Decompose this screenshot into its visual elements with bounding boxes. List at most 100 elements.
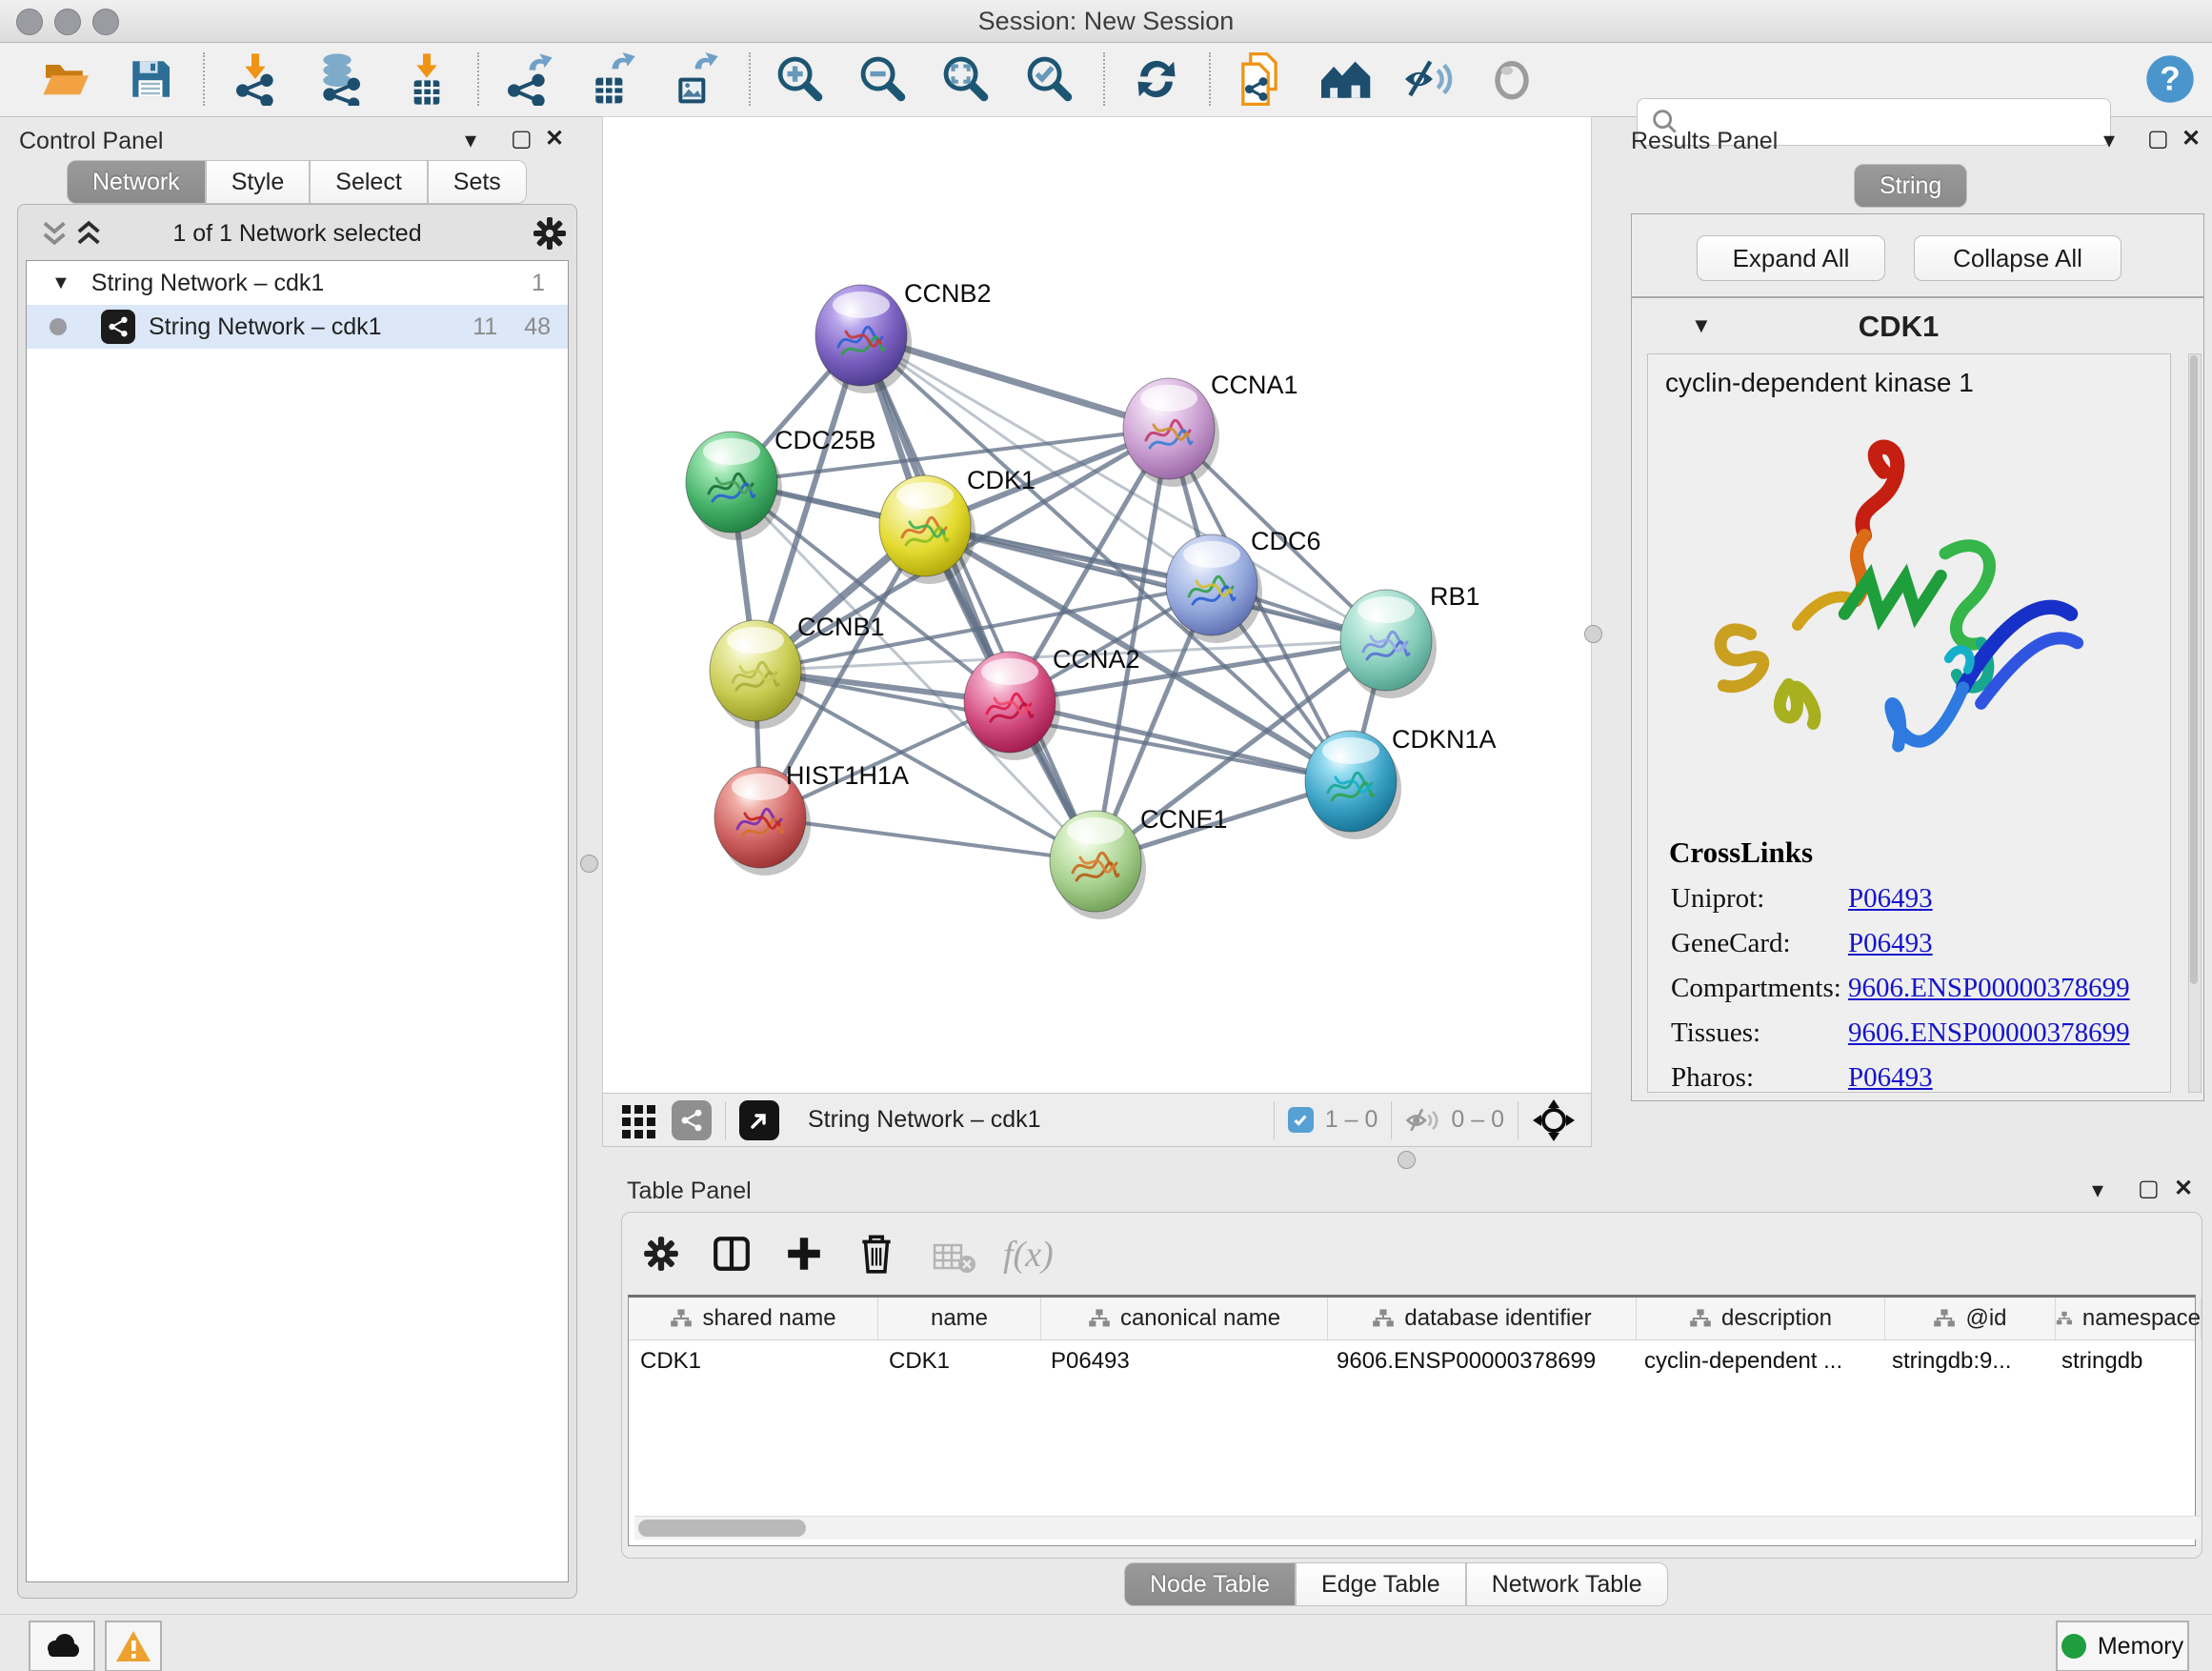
crosslink-link[interactable]: 9606.ENSP00000378699 [1848,1017,2130,1049]
tab-style[interactable]: Style [206,160,311,204]
string-panel-toggle[interactable] [672,1100,712,1140]
toolbar-separator [1209,52,1211,106]
zoom-selected-button[interactable] [1021,50,1078,108]
network-node-CCNE1[interactable]: CCNE1 [1050,805,1228,919]
hidden-nodes-edges-count: 0 – 0 [1451,1106,1504,1134]
create-column-plus-icon[interactable] [784,1234,824,1274]
table-row[interactable]: CDK1CDK1P064939606.ENSP00000378699cyclin… [629,1340,2195,1382]
show-all-button[interactable] [1483,50,1540,108]
results-panel-menu-button[interactable]: ▾ [2103,130,2115,152]
zoom-in-button[interactable] [772,50,829,108]
network-node-label: CDKN1A [1392,725,1497,754]
gear-icon[interactable] [531,214,569,252]
zoom-fit-button[interactable] [937,50,995,108]
shared-column-icon [1933,1308,1956,1329]
string-results-header: Expand All Collapse All [1631,213,2204,297]
scrollbar-thumb[interactable] [638,1520,806,1537]
show-columns-icon[interactable] [712,1234,752,1274]
results-tab-string[interactable]: String [1854,164,1967,208]
network-node-CDC6[interactable]: CDC6 [1166,527,1321,643]
node-table: shared name name canonical name database id… [628,1295,2196,1546]
protein-structure-image [1677,421,2124,802]
network-edge[interactable] [1010,702,1351,781]
tab-edge-table[interactable]: Edge Table [1296,1562,1466,1606]
south-splitter-handle[interactable] [1398,1151,1416,1169]
column-header-label: canonical name [1120,1305,1280,1332]
refresh-view-button[interactable] [1128,50,1185,108]
export-image-button[interactable] [664,50,721,108]
network-node-CCNB1[interactable]: CCNB1 [710,613,885,729]
help-button[interactable]: ? [2142,50,2199,108]
column-header-canonical-name[interactable]: canonical name [1041,1298,1328,1339]
network-node-label: HIST1H1A [786,761,909,790]
tab-sets[interactable]: Sets [428,160,527,204]
control-panel-title: Control Panel [19,128,163,155]
results-panel-float-button[interactable]: ▢ [2147,128,2169,151]
table-cell: CDK1 [629,1340,877,1382]
results-panel-close-button[interactable]: ✕ [2182,128,2201,151]
results-scrollbar[interactable] [2188,353,2202,1093]
save-session-button[interactable] [122,50,179,108]
tab-node-table[interactable]: Node Table [1124,1562,1296,1606]
crosslinks-title: CrossLinks [1669,836,2170,870]
tree-expander-icon[interactable]: ▼ [51,272,70,294]
table-panel-close-button[interactable]: ✕ [2174,1178,2193,1200]
column-header-description[interactable]: description [1637,1298,1885,1339]
network-collection-row[interactable]: ▼ String Network – cdk1 1 [27,261,568,305]
expand-all-button[interactable]: Expand All [1697,235,1885,281]
collapse-all-button[interactable]: Collapse All [1914,235,2122,281]
open-in-browser-button[interactable] [739,1100,779,1140]
control-panel-menu-button[interactable]: ▾ [465,130,476,152]
fit-selected-target-icon[interactable] [1532,1098,1576,1142]
table-horizontal-scrollbar[interactable] [634,1516,2201,1540]
network-node-RB1[interactable]: RB1 [1340,582,1480,698]
zoom-out-button[interactable] [855,50,912,108]
external-link-icon [748,1109,771,1132]
crosslink-link[interactable]: P06493 [1848,1062,1933,1093]
network-graph: CCNB2CCNA1CDC25BCDK1CDC6RB1CCNB1CCNA2CDK… [603,117,1589,1092]
table-gear-icon[interactable] [641,1234,681,1274]
export-image-icon [667,52,718,106]
tab-network[interactable]: Network [67,160,206,204]
crosslink-link[interactable]: 9606.ENSP00000378699 [1848,973,2130,1004]
east-splitter-handle[interactable] [1584,625,1602,643]
open-session-button[interactable] [36,50,93,108]
column-header-database-identifier[interactable]: database identifier [1328,1298,1637,1339]
birdseye-grid-icon[interactable] [620,1101,658,1139]
hide-selected-button[interactable] [1400,50,1458,108]
cloud-button[interactable] [29,1621,95,1671]
network-row[interactable]: String Network – cdk1 11 48 [27,305,568,349]
memory-button[interactable]: Memory [2056,1621,2189,1671]
west-splitter-handle[interactable] [580,855,598,873]
column-header-shared-name[interactable]: shared name [629,1298,878,1339]
column-header-namespace[interactable]: namespace [2056,1298,2202,1339]
network-node-CDK1[interactable]: CDK1 [879,466,1036,584]
column-header-name[interactable]: name [878,1298,1041,1339]
first-neighbors-button[interactable] [1231,50,1288,108]
string-home-button[interactable] [1317,50,1374,108]
delete-column-trash-icon[interactable] [856,1232,896,1276]
network-node-HIST1H1A[interactable]: HIST1H1A [714,761,909,876]
network-canvas[interactable]: CCNB2CCNA1CDC25BCDK1CDC6RB1CCNB1CCNA2CDK… [602,116,1592,1095]
export-table-button[interactable] [581,50,638,108]
import-network-button[interactable] [227,50,284,108]
import-network-from-database-button[interactable] [312,50,370,108]
crosslink-link[interactable]: P06493 [1848,928,1933,959]
column-header-@id[interactable]: @id [1885,1298,2056,1339]
crosslink-link[interactable]: P06493 [1848,883,1933,915]
export-table-icon [584,52,635,106]
warnings-button[interactable] [105,1621,162,1671]
network-node-label: CCNB2 [904,279,992,308]
export-network-button[interactable] [498,50,555,108]
table-panel-float-button[interactable]: ▢ [2138,1178,2160,1200]
tab-select[interactable]: Select [310,160,427,204]
column-header-label: shared name [702,1305,835,1332]
import-table-button[interactable] [398,50,455,108]
network-node-CDKN1A[interactable]: CDKN1A [1305,725,1497,839]
tab-network-table[interactable]: Network Table [1466,1562,1668,1606]
selected-indicator-checkbox[interactable] [1288,1107,1314,1133]
control-panel-float-button[interactable]: ▢ [511,128,533,151]
zoom-selected-icon [1024,53,1076,105]
table-panel-menu-button[interactable]: ▾ [2092,1179,2103,1202]
control-panel-close-button[interactable]: ✕ [545,128,564,151]
